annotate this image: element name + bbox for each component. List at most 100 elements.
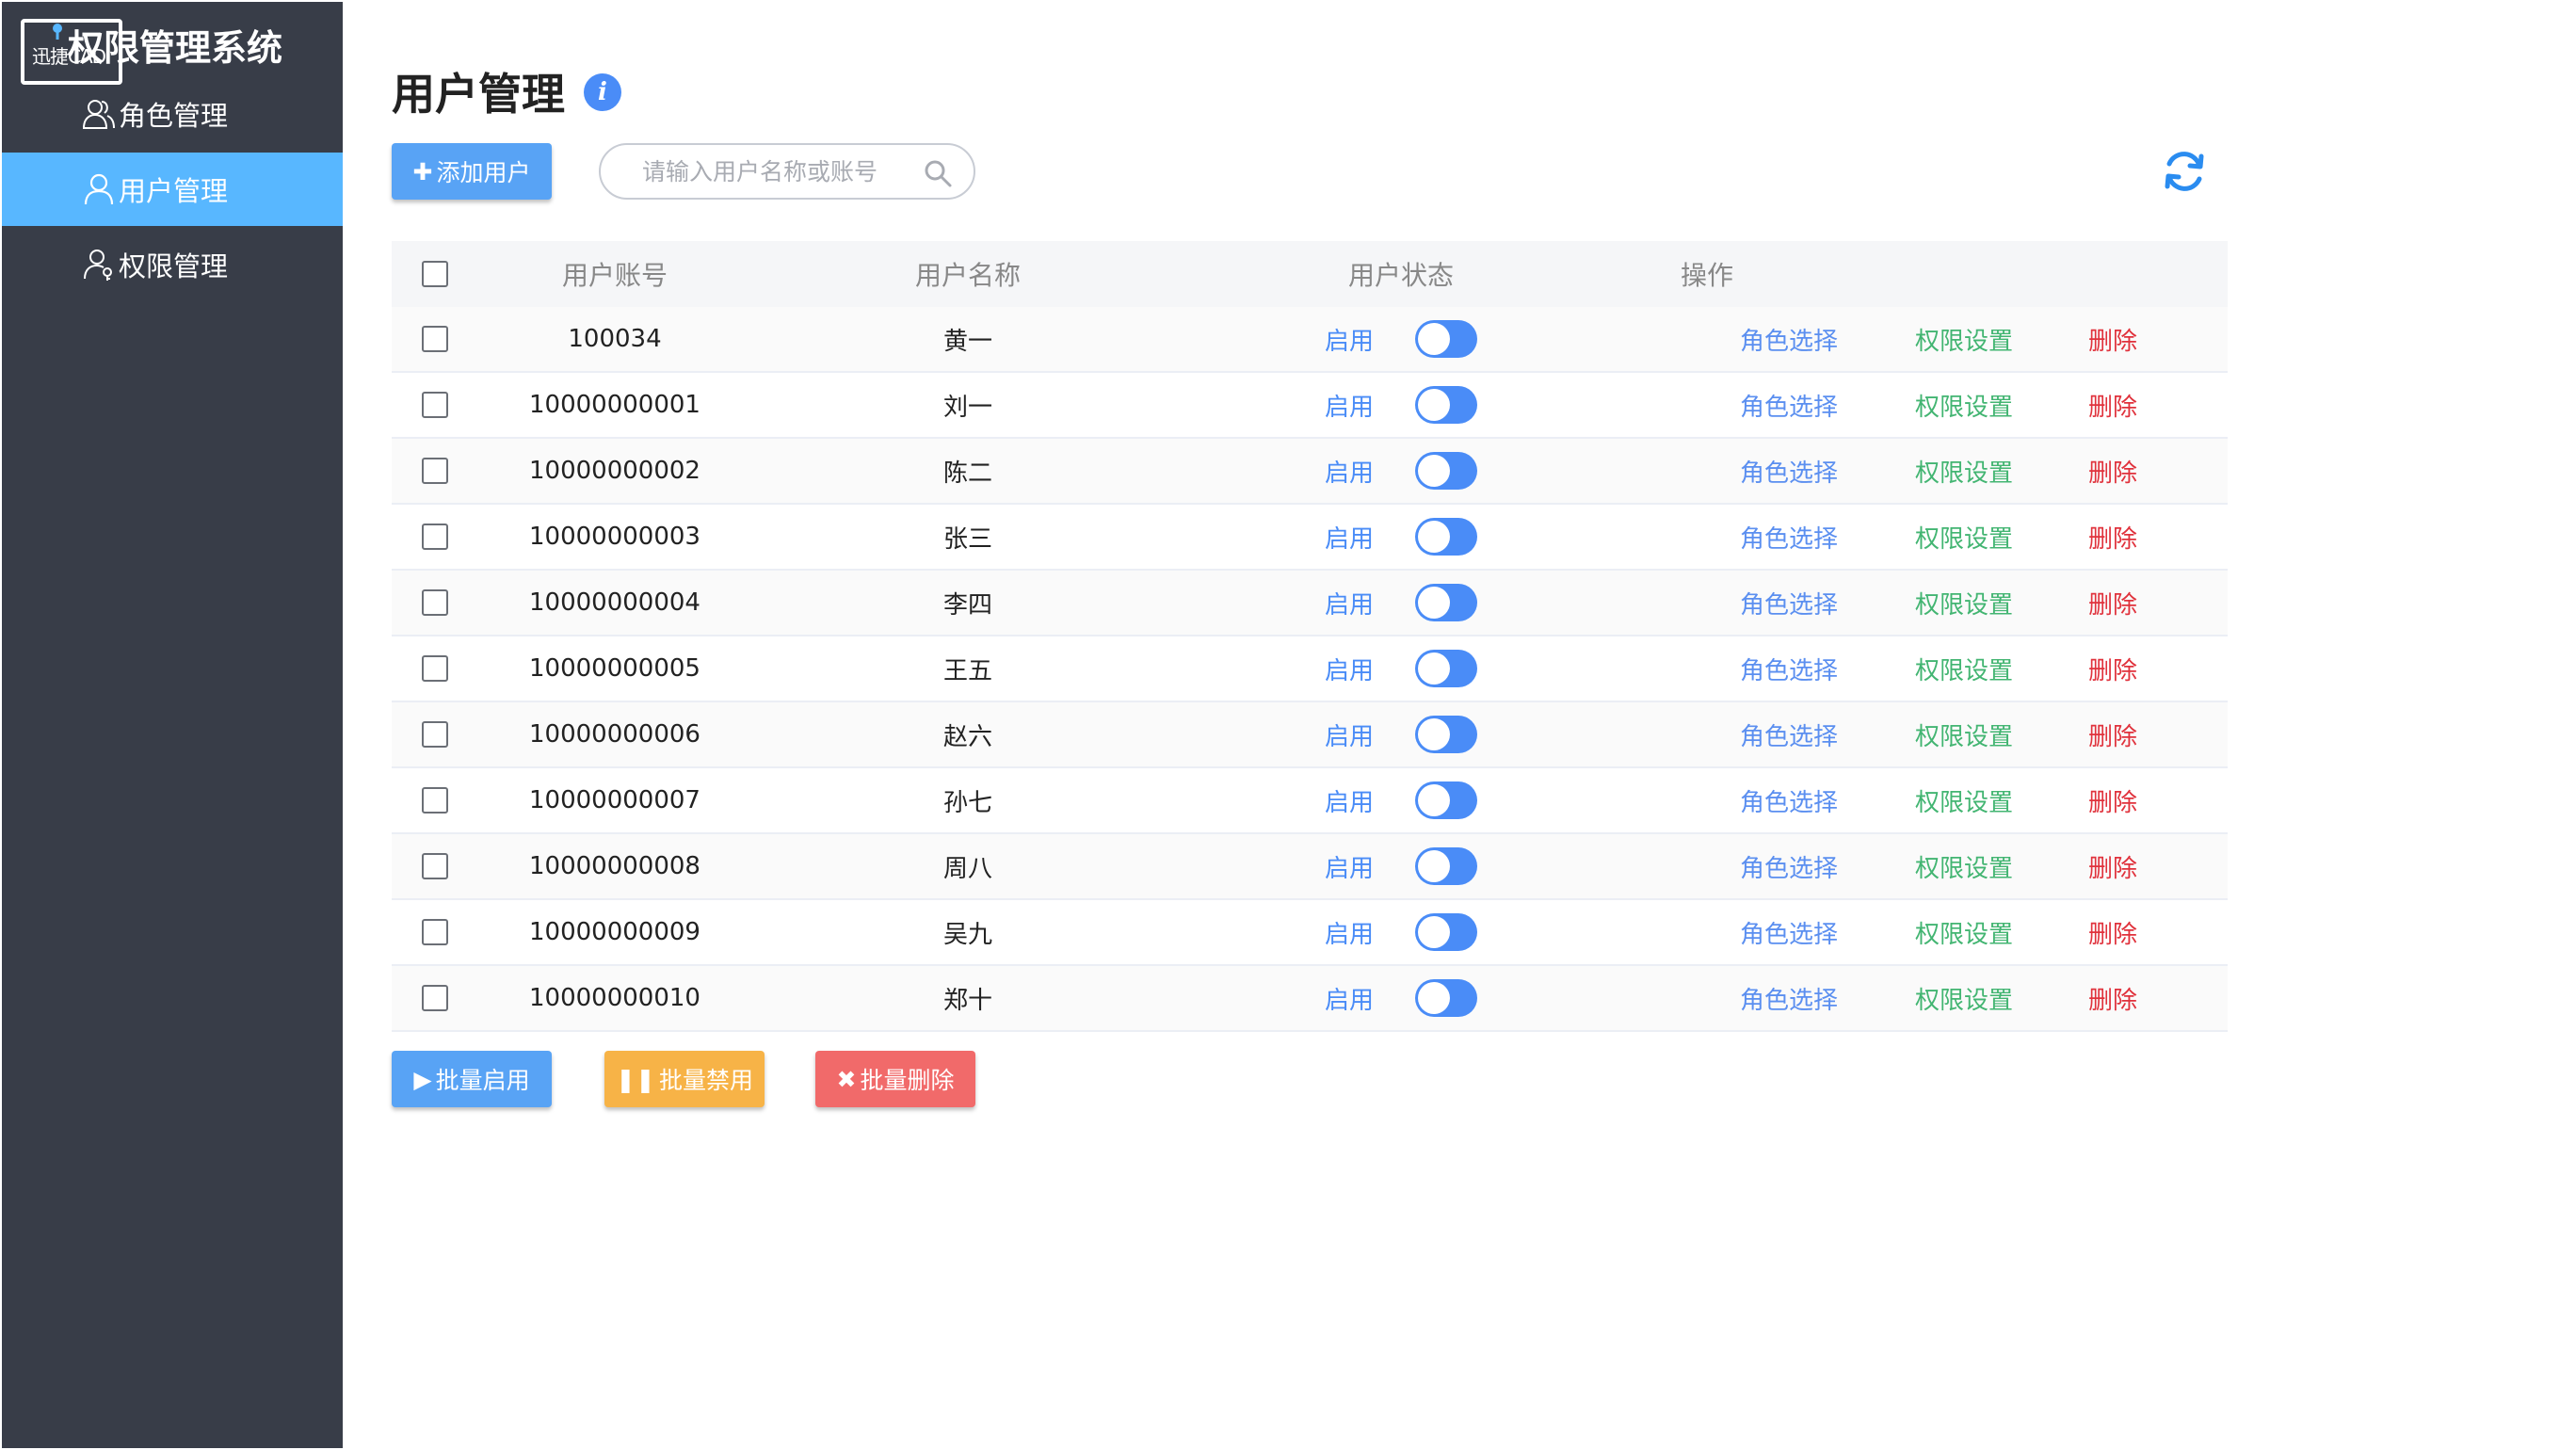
search-icon[interactable] — [923, 158, 953, 188]
batch-disable-button[interactable]: ❚❚ 批量禁用 — [604, 1051, 765, 1107]
row-checkbox[interactable] — [422, 787, 448, 814]
permission-settings-link[interactable]: 权限设置 — [1915, 454, 2013, 489]
cell-account: 10000000008 — [529, 852, 700, 880]
row-checkbox[interactable] — [422, 853, 448, 879]
row-actions: 角色选择 权限设置 删除 — [1618, 849, 2137, 884]
role-select-link[interactable]: 角色选择 — [1740, 322, 1838, 357]
row-checkbox[interactable] — [422, 985, 448, 1011]
status-text: 启用 — [1324, 920, 1374, 949]
refresh-icon[interactable] — [2160, 147, 2209, 196]
role-select-link[interactable]: 角色选择 — [1740, 783, 1838, 818]
status-text: 启用 — [1324, 393, 1374, 422]
table-row: 10000000002 陈二 启用 角色选择 权限设置 删除 — [392, 439, 2228, 505]
role-select-link[interactable]: 角色选择 — [1740, 981, 1838, 1016]
permission-settings-link[interactable]: 权限设置 — [1915, 783, 2013, 818]
sidebar-item-label: 权限管理 — [119, 250, 229, 282]
permission-settings-link[interactable]: 权限设置 — [1915, 717, 2013, 752]
delete-link[interactable]: 删除 — [2088, 586, 2137, 620]
permission-settings-link[interactable]: 权限设置 — [1915, 586, 2013, 620]
permission-settings-link[interactable]: 权限设置 — [1915, 915, 2013, 950]
delete-link[interactable]: 删除 — [2088, 454, 2137, 489]
status-text: 启用 — [1324, 722, 1374, 751]
cell-account: 10000000007 — [529, 786, 700, 814]
row-checkbox[interactable] — [422, 589, 448, 616]
delete-link[interactable]: 删除 — [2088, 322, 2137, 357]
add-user-button[interactable]: ✚ 添加用户 — [392, 143, 552, 200]
sidebar-item-roles[interactable]: 角色管理 — [2, 77, 343, 151]
table-row: 10000000005 王五 启用 角色选择 权限设置 删除 — [392, 636, 2228, 702]
plus-icon: ✚ — [412, 157, 433, 185]
status-toggle[interactable] — [1415, 847, 1477, 885]
toggle-knob — [1418, 455, 1450, 487]
batch-enable-button[interactable]: ▶ 批量启用 — [392, 1051, 552, 1107]
role-select-link[interactable]: 角色选择 — [1740, 454, 1838, 489]
permission-settings-link[interactable]: 权限设置 — [1915, 388, 2013, 423]
pause-icon: ❚❚ — [616, 1065, 655, 1093]
row-actions: 角色选择 权限设置 删除 — [1618, 388, 2137, 423]
search-box — [599, 143, 975, 200]
permission-settings-link[interactable]: 权限设置 — [1915, 652, 2013, 686]
delete-link[interactable]: 删除 — [2088, 388, 2137, 423]
cell-name: 张三 — [942, 524, 992, 554]
status-cell: 启用 — [1325, 320, 1477, 358]
status-cell: 启用 — [1325, 979, 1477, 1017]
role-select-link[interactable]: 角色选择 — [1740, 520, 1838, 555]
row-checkbox[interactable] — [422, 721, 448, 748]
permission-settings-link[interactable]: 权限设置 — [1915, 981, 2013, 1016]
cell-account: 10000000006 — [529, 720, 700, 749]
table-row: 10000000009 吴九 启用 角色选择 权限设置 删除 — [392, 900, 2228, 966]
table-row: 10000000007 孙七 启用 角色选择 权限设置 删除 — [392, 768, 2228, 834]
status-toggle[interactable] — [1415, 320, 1477, 358]
role-select-link[interactable]: 角色选择 — [1740, 849, 1838, 884]
toggle-knob — [1418, 323, 1450, 355]
permission-settings-link[interactable]: 权限设置 — [1915, 520, 2013, 555]
info-icon[interactable]: i — [584, 73, 621, 111]
row-checkbox[interactable] — [422, 524, 448, 550]
role-select-link[interactable]: 角色选择 — [1740, 586, 1838, 620]
status-toggle[interactable] — [1415, 518, 1477, 556]
select-all-checkbox[interactable] — [422, 261, 448, 287]
cell-account: 10000000002 — [529, 457, 700, 485]
delete-link[interactable]: 删除 — [2088, 520, 2137, 555]
row-checkbox[interactable] — [422, 326, 448, 352]
status-text: 启用 — [1324, 524, 1374, 554]
delete-link[interactable]: 删除 — [2088, 783, 2137, 818]
delete-link[interactable]: 删除 — [2088, 652, 2137, 686]
status-toggle[interactable] — [1415, 386, 1477, 424]
sidebar-item-permissions[interactable]: 权限管理 — [2, 228, 343, 301]
permission-settings-link[interactable]: 权限设置 — [1915, 322, 2013, 357]
status-cell: 启用 — [1325, 781, 1477, 819]
status-toggle[interactable] — [1415, 452, 1477, 490]
status-text: 启用 — [1324, 590, 1374, 620]
row-checkbox[interactable] — [422, 458, 448, 484]
status-toggle[interactable] — [1415, 913, 1477, 951]
status-toggle[interactable] — [1415, 584, 1477, 621]
role-select-link[interactable]: 角色选择 — [1740, 717, 1838, 752]
row-checkbox[interactable] — [422, 392, 448, 418]
row-checkbox[interactable] — [422, 655, 448, 682]
status-toggle[interactable] — [1415, 650, 1477, 687]
batch-delete-button[interactable]: ✖ 批量删除 — [815, 1051, 975, 1107]
table-row: 10000000006 赵六 启用 角色选择 权限设置 删除 — [392, 702, 2228, 768]
status-toggle[interactable] — [1415, 781, 1477, 819]
cell-name: 周八 — [942, 854, 992, 883]
row-checkbox[interactable] — [422, 919, 448, 945]
batch-delete-label: 批量删除 — [860, 1067, 955, 1094]
role-select-link[interactable]: 角色选择 — [1740, 388, 1838, 423]
role-select-link[interactable]: 角色选择 — [1740, 652, 1838, 686]
status-toggle[interactable] — [1415, 716, 1477, 753]
delete-link[interactable]: 删除 — [2088, 915, 2137, 950]
permission-settings-link[interactable]: 权限设置 — [1915, 849, 2013, 884]
cell-account: 100034 — [568, 325, 662, 353]
sidebar-item-users[interactable]: 用户管理 — [2, 153, 343, 226]
status-toggle[interactable] — [1415, 979, 1477, 1017]
row-actions: 角色选择 权限设置 删除 — [1618, 520, 2137, 555]
role-select-link[interactable]: 角色选择 — [1740, 915, 1838, 950]
delete-link[interactable]: 删除 — [2088, 849, 2137, 884]
sidebar-item-label: 角色管理 — [119, 100, 229, 132]
delete-link[interactable]: 删除 — [2088, 717, 2137, 752]
search-input[interactable] — [642, 157, 915, 185]
row-actions: 角色选择 权限设置 删除 — [1618, 783, 2137, 818]
column-header-status: 用户状态 — [1347, 260, 1454, 291]
delete-link[interactable]: 删除 — [2088, 981, 2137, 1016]
